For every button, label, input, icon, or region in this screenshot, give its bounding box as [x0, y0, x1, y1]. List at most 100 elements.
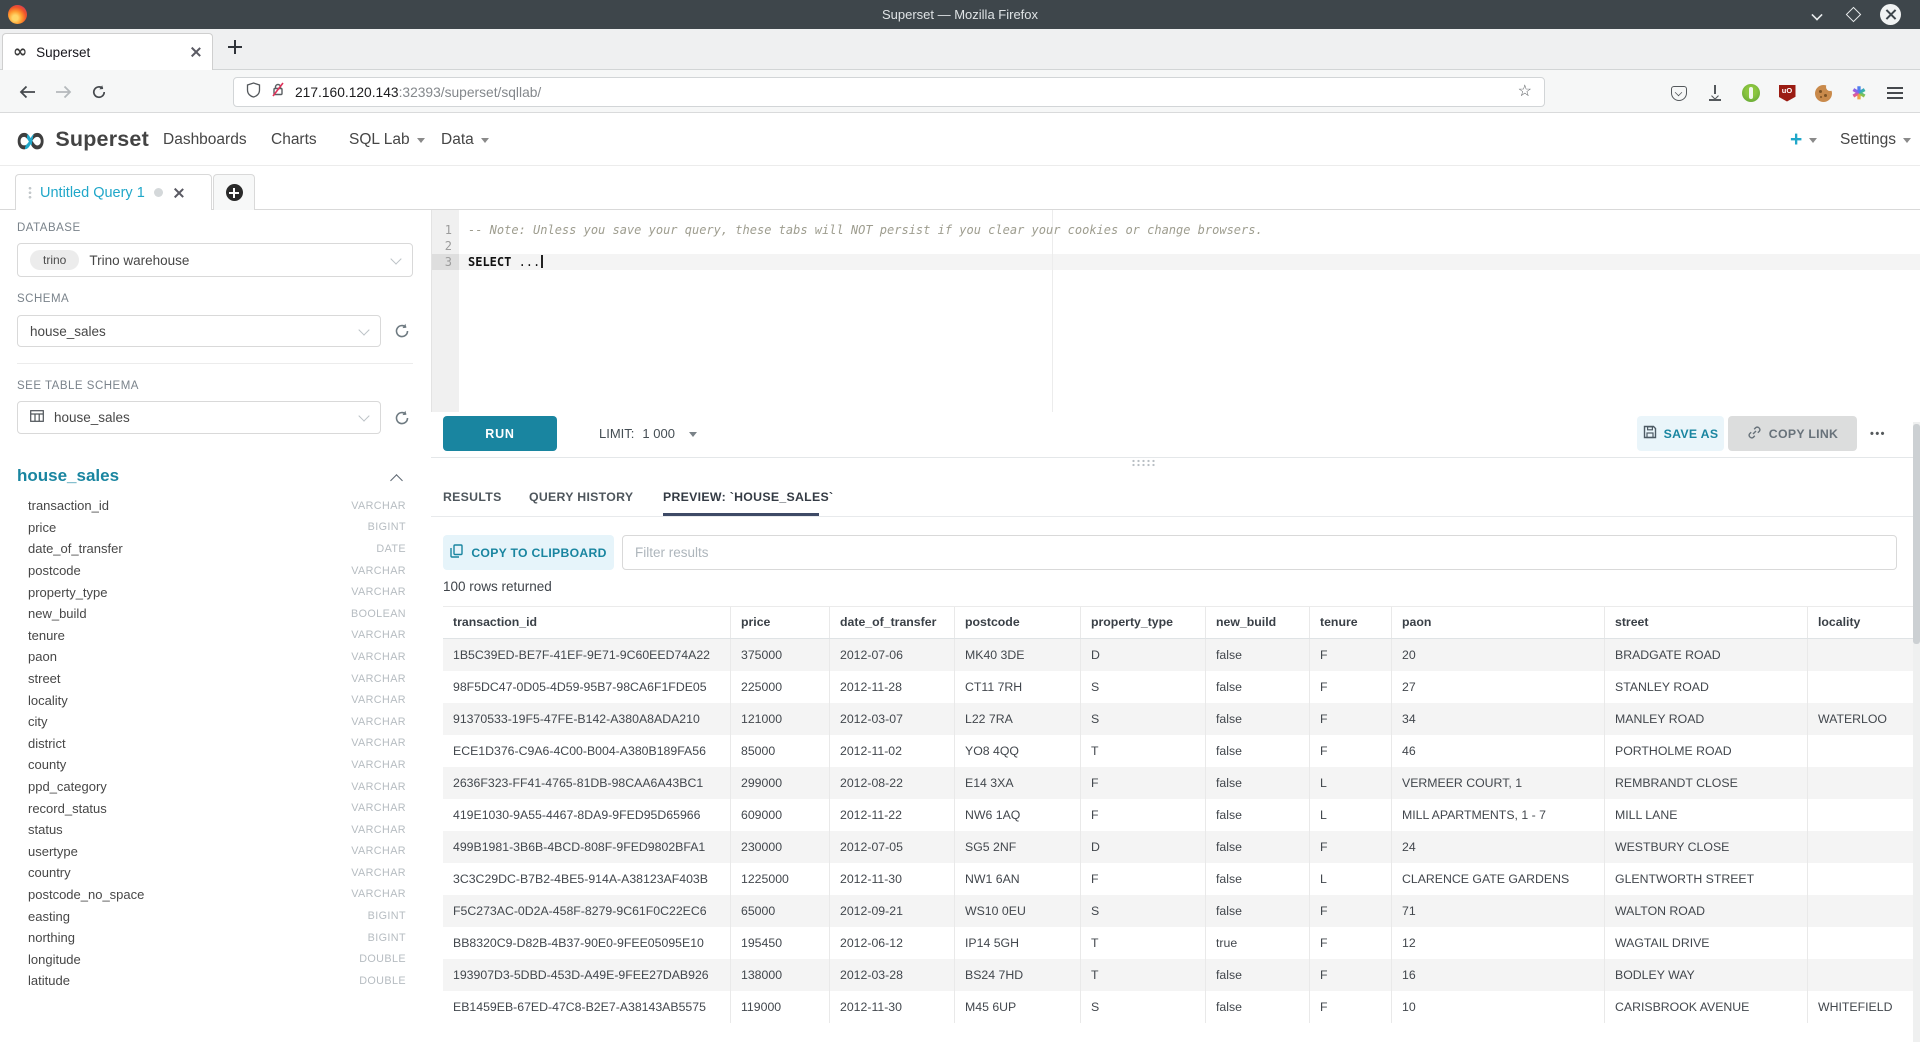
cell: 16 — [1392, 959, 1605, 991]
download-icon[interactable] — [1702, 80, 1728, 106]
cell: 1B5C39ED-BE7F-41EF-9E71-9C60EED74A22 — [443, 639, 731, 671]
cell: 2012-03-28 — [830, 959, 955, 991]
refresh-schemas-icon[interactable] — [393, 322, 411, 340]
cell: S — [1081, 991, 1206, 1023]
window-titlebar: Superset — Mozilla Firefox — [0, 0, 1920, 29]
column-type: VARCHAR — [351, 651, 413, 663]
nav-item-sql-lab[interactable]: SQL Lab — [349, 113, 425, 166]
containers-icon[interactable]: ✱ — [1846, 80, 1872, 106]
scrollbar[interactable] — [1913, 422, 1920, 1042]
table-schema-heading[interactable]: house_sales — [17, 466, 119, 486]
url-path: :32393/superset/sqllab/ — [399, 85, 542, 100]
tab-close-icon[interactable] — [190, 46, 202, 58]
cookie-icon[interactable] — [1810, 80, 1836, 106]
splitter-handle-icon[interactable] — [1131, 459, 1157, 467]
url-host: 217.160.120.143 — [295, 85, 399, 100]
line-number: 3 — [432, 254, 459, 270]
column-name: transaction_id — [17, 498, 109, 513]
cell: MILL LANE — [1605, 799, 1808, 831]
filter-results-input[interactable] — [622, 535, 1897, 570]
table-value: house_sales — [54, 410, 130, 425]
refresh-tables-icon[interactable] — [393, 409, 411, 427]
column-header[interactable]: tenure — [1310, 607, 1392, 638]
cell: 85000 — [731, 735, 830, 767]
column-header[interactable]: transaction_id — [443, 607, 731, 638]
schema-column-row: property_type VARCHAR — [17, 581, 413, 603]
nav-settings[interactable]: Settings — [1840, 113, 1911, 166]
ublock-icon[interactable]: uO — [1774, 80, 1800, 106]
schema-column-row: price BIGINT — [17, 517, 413, 539]
chevron-up-icon[interactable] — [390, 474, 403, 487]
forward-button[interactable] — [50, 79, 76, 105]
drag-handle-icon[interactable] — [28, 186, 32, 199]
reload-button[interactable] — [86, 79, 112, 105]
table-row: 193907D3-5DBD-453D-A49E-9FEE27DAB926 138… — [443, 959, 1920, 991]
firefox-logo-icon — [8, 5, 27, 24]
menu-icon[interactable] — [1882, 80, 1908, 106]
column-type: VARCHAR — [351, 673, 413, 685]
cell — [1808, 863, 1920, 895]
cell: M45 6UP — [955, 991, 1081, 1023]
column-type: VARCHAR — [351, 845, 413, 857]
schema-column-row: latitude DOUBLE — [17, 970, 413, 992]
tab-preview[interactable]: PREVIEW: `HOUSE_SALES` — [663, 489, 833, 505]
superset-brand[interactable]: ∞ Superset — [14, 113, 149, 166]
schema-column-row: county VARCHAR — [17, 754, 413, 776]
chevron-down-icon — [390, 253, 401, 264]
back-button[interactable] — [14, 79, 40, 105]
nav-item-charts[interactable]: Charts — [271, 113, 317, 166]
column-header[interactable]: paon — [1392, 607, 1605, 638]
nav-item-data[interactable]: Data — [441, 113, 489, 166]
nav-item-dashboards[interactable]: Dashboards — [163, 113, 247, 166]
sql-editor[interactable] — [431, 210, 1920, 412]
column-name: locality — [17, 693, 68, 708]
tab-results[interactable]: RESULTS — [443, 489, 502, 505]
tab-query-history[interactable]: QUERY HISTORY — [529, 489, 633, 505]
run-button[interactable]: RUN — [443, 416, 557, 451]
column-name: county — [17, 757, 66, 772]
limit-dropdown[interactable]: LIMIT: 1 000 — [599, 416, 697, 451]
browser-tab[interactable]: ∞ Superset — [2, 33, 213, 70]
column-header[interactable]: new_build — [1206, 607, 1310, 638]
add-query-tab-button[interactable] — [213, 174, 255, 210]
column-type: VARCHAR — [351, 867, 413, 879]
query-tab-close-icon[interactable] — [173, 187, 185, 199]
sql-comment-line: -- Note: Unless you save your query, the… — [468, 222, 1263, 238]
column-header[interactable]: property_type — [1081, 607, 1206, 638]
column-header[interactable]: postcode — [955, 607, 1081, 638]
bookmark-star-icon[interactable]: ☆ — [1518, 84, 1532, 100]
column-header[interactable]: price — [731, 607, 830, 638]
column-header[interactable]: date_of_transfer — [830, 607, 955, 638]
column-type: VARCHAR — [351, 694, 413, 706]
table-row: ECE1D376-C9A6-4C00-B004-A380B189FA56 850… — [443, 735, 1920, 767]
table-select[interactable]: house_sales — [17, 401, 381, 434]
column-name: new_build — [17, 606, 87, 621]
window-close-icon[interactable] — [1880, 4, 1901, 25]
column-header[interactable]: street — [1605, 607, 1808, 638]
more-actions-button[interactable]: ••• — [1863, 416, 1893, 451]
cell: S — [1081, 703, 1206, 735]
cell: BRADGATE ROAD — [1605, 639, 1808, 671]
copy-to-clipboard-button[interactable]: COPY TO CLIPBOARD — [443, 535, 614, 570]
insecure-lock-icon[interactable] — [271, 82, 285, 102]
nav-add-button[interactable]: + — [1790, 113, 1817, 166]
column-header[interactable]: locality — [1808, 607, 1920, 638]
column-name: price — [17, 520, 56, 535]
new-tab-button[interactable] — [228, 40, 248, 60]
url-bar[interactable]: 217.160.120.143:32393/superset/sqllab/ ☆ — [233, 77, 1545, 107]
copy-link-button[interactable]: COPY LINK — [1728, 416, 1857, 451]
schema-select[interactable]: house_sales — [17, 315, 381, 347]
column-name: tenure — [17, 628, 65, 643]
cell: WAGTAIL DRIVE — [1605, 927, 1808, 959]
pocket-icon[interactable] — [1666, 80, 1692, 106]
scrollbar-thumb[interactable] — [1913, 424, 1920, 644]
save-as-button[interactable]: SAVE AS — [1637, 416, 1724, 451]
shield-icon[interactable] — [246, 82, 261, 103]
cell: YO8 4QQ — [955, 735, 1081, 767]
pane-divider — [431, 457, 1920, 458]
cell: F — [1310, 671, 1392, 703]
privacy-badger-icon[interactable] — [1738, 80, 1764, 106]
query-tab[interactable]: Untitled Query 1 — [15, 174, 212, 210]
schema-label: SCHEMA — [17, 293, 69, 305]
database-select[interactable]: trino Trino warehouse — [17, 243, 413, 277]
